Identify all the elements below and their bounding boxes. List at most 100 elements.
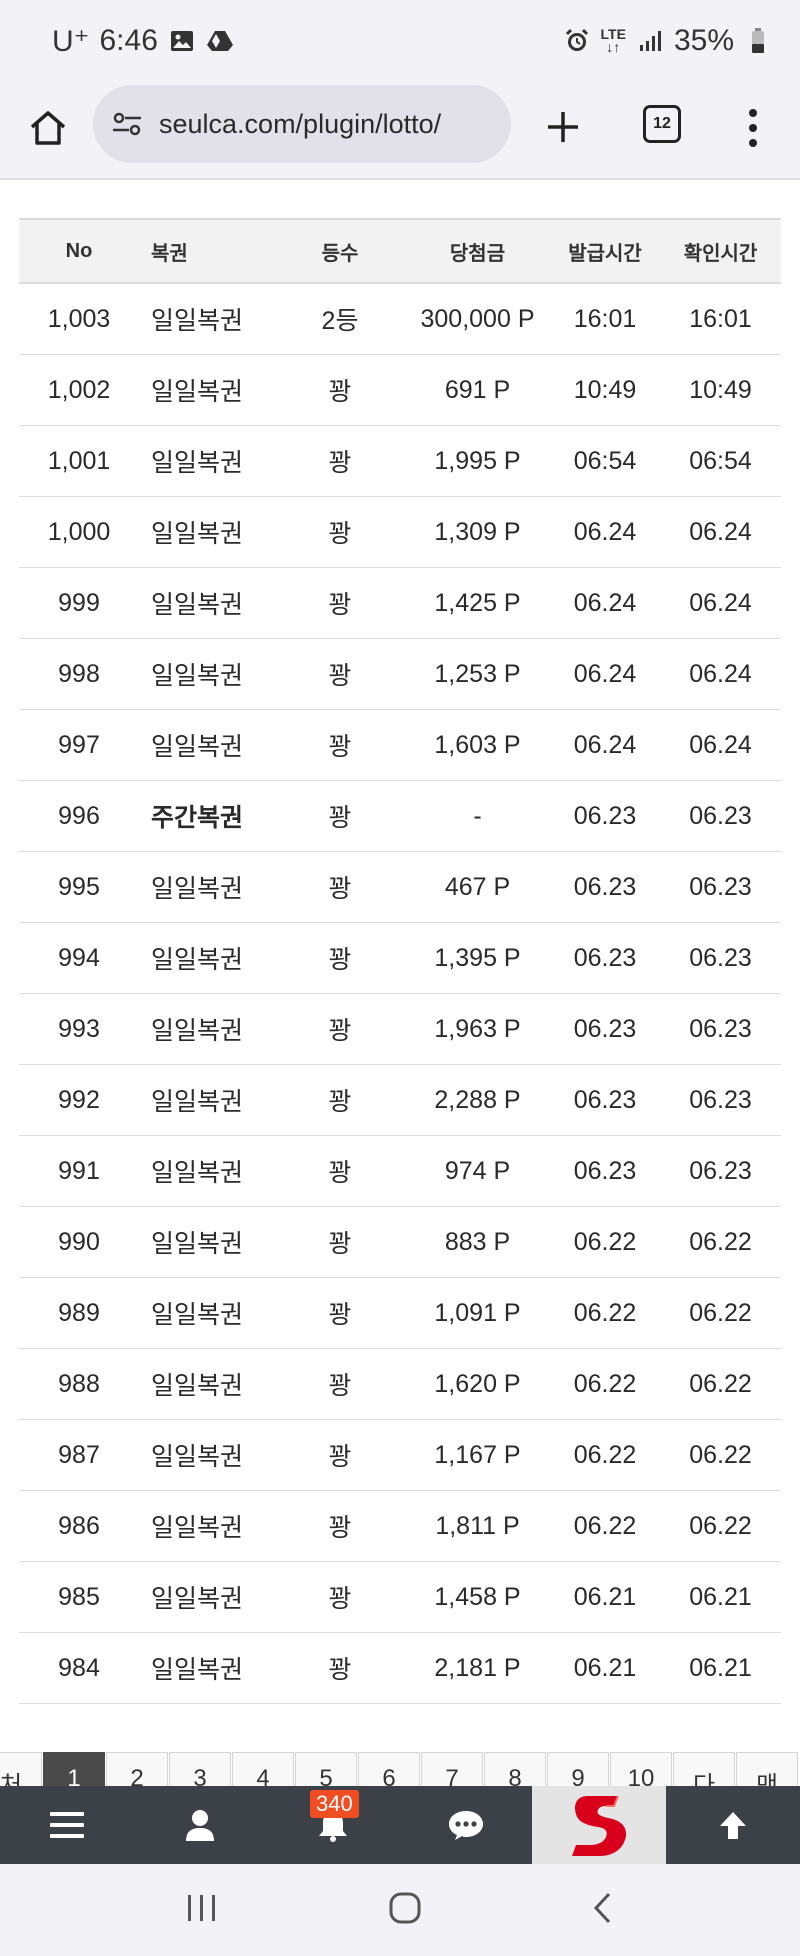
address-bar[interactable]: seulca.com/plugin/lotto/ [93,85,511,163]
cell-issued: 06.24 [550,638,660,710]
drive-icon [206,27,234,55]
more-menu-button[interactable] [738,102,768,154]
cell-checked: 06:54 [660,425,781,497]
cell-type: 일일복권 [139,993,275,1065]
cell-issued: 06.23 [550,993,660,1065]
chat-button[interactable] [399,1786,532,1864]
cell-rank: 꽝 [275,1490,405,1562]
cell-checked: 06.24 [660,709,781,781]
notification-badge: 340 [310,1790,359,1818]
cell-issued: 06.24 [550,496,660,568]
cell-prize: 883 P [405,1206,550,1278]
cell-issued: 06.24 [550,567,660,639]
cell-prize: 1,811 P [405,1490,550,1562]
cell-rank: 꽝 [275,1419,405,1491]
cell-type: 일일복권 [139,1348,275,1420]
cell-issued: 06.22 [550,1419,660,1491]
cell-prize: 2,181 P [405,1632,550,1704]
signal-icon [636,27,664,55]
cell-type: 일일복권 [139,638,275,710]
cell-rank: 꽝 [275,709,405,781]
page-8[interactable]: 8 [484,1752,546,1788]
cell-no: 1,000 [19,496,139,568]
page-first[interactable]: 처 [0,1752,42,1788]
table-row: 1,002 일일복권 꽝 691 P 10:49 10:49 [19,354,781,426]
home-button[interactable] [22,102,74,154]
site-logo-button[interactable] [532,1786,666,1864]
more-dot [749,124,757,132]
menu-button[interactable] [0,1786,133,1864]
page-6[interactable]: 6 [358,1752,420,1788]
page-last[interactable]: 맨 [736,1752,798,1788]
page-9[interactable]: 9 [547,1752,609,1788]
page-3[interactable]: 3 [169,1752,231,1788]
home-circle-icon [389,1892,421,1923]
new-tab-button[interactable] [536,100,590,154]
cell-issued: 06.22 [550,1348,660,1420]
cell-checked: 16:01 [660,283,781,355]
cell-type: 일일복권 [139,709,275,781]
alarm-icon [563,27,591,55]
cell-issued: 06:54 [550,425,660,497]
cell-issued: 06.23 [550,851,660,923]
cell-prize: 1,458 P [405,1561,550,1633]
page-10[interactable]: 10 [610,1752,672,1788]
header-issued: 발급시간 [550,218,660,284]
cell-issued: 16:01 [550,283,660,355]
cell-no: 995 [19,851,139,923]
recent-apps-button[interactable] [185,1893,219,1928]
cell-checked: 06.23 [660,851,781,923]
more-dot [749,139,757,147]
home-system-button[interactable] [388,1891,422,1930]
page-4[interactable]: 4 [232,1752,294,1788]
table-header-row: No 복권 등수 당첨금 발급시간 확인시간 [19,218,781,284]
cell-rank: 꽝 [275,1348,405,1420]
table-row: 1,000 일일복권 꽝 1,309 P 06.24 06.24 [19,496,781,568]
cell-issued: 06.23 [550,922,660,994]
recent-apps-icon [187,1894,215,1921]
cell-rank: 꽝 [275,1561,405,1633]
cell-no: 984 [19,1632,139,1704]
profile-button[interactable] [133,1786,266,1864]
cell-checked: 06.22 [660,1490,781,1562]
table-row: 991 일일복권 꽝 974 P 06.23 06.23 [19,1135,781,1207]
cell-checked: 06.22 [660,1348,781,1420]
cell-type: 일일복권 [139,354,275,426]
scroll-top-button[interactable] [666,1786,799,1864]
page-1[interactable]: 1 [43,1752,105,1788]
cell-no: 1,002 [19,354,139,426]
table-row: 998 일일복권 꽝 1,253 P 06.24 06.24 [19,638,781,710]
cell-type: 일일복권 [139,1206,275,1278]
page-next[interactable]: 다 [673,1752,735,1788]
cell-prize: 1,395 P [405,922,550,994]
back-icon [594,1892,611,1923]
cell-no: 988 [19,1348,139,1420]
cell-prize: 1,425 P [405,567,550,639]
site-settings-icon[interactable] [109,106,145,142]
cell-issued: 06.23 [550,1064,660,1136]
table-row: 992 일일복권 꽝 2,288 P 06.23 06.23 [19,1064,781,1136]
url-text: seulca.com/plugin/lotto/ [159,108,442,139]
cell-prize: 1,253 P [405,638,550,710]
cell-prize: 1,603 P [405,709,550,781]
header-checked: 확인시간 [660,218,781,284]
page-7[interactable]: 7 [421,1752,483,1788]
cell-checked: 06.23 [660,1135,781,1207]
back-button[interactable] [591,1891,615,1930]
page-2[interactable]: 2 [106,1752,168,1788]
cell-type: 일일복권 [139,1561,275,1633]
cell-type: 일일복권 [139,1490,275,1562]
arrow-up-icon [719,1812,746,1839]
cell-type: 주간복권 [139,780,275,852]
cell-no: 985 [19,1561,139,1633]
cell-checked: 10:49 [660,354,781,426]
tab-switcher-button[interactable]: 12 [643,105,681,143]
page-5[interactable]: 5 [295,1752,357,1788]
cell-type: 일일복권 [139,1135,275,1207]
cell-no: 996 [19,780,139,852]
cell-prize: 1,620 P [405,1348,550,1420]
table-row: 993 일일복권 꽝 1,963 P 06.23 06.23 [19,993,781,1065]
home-icon [30,111,66,145]
cell-rank: 꽝 [275,993,405,1065]
notifications-button[interactable]: 340 [266,1786,399,1864]
